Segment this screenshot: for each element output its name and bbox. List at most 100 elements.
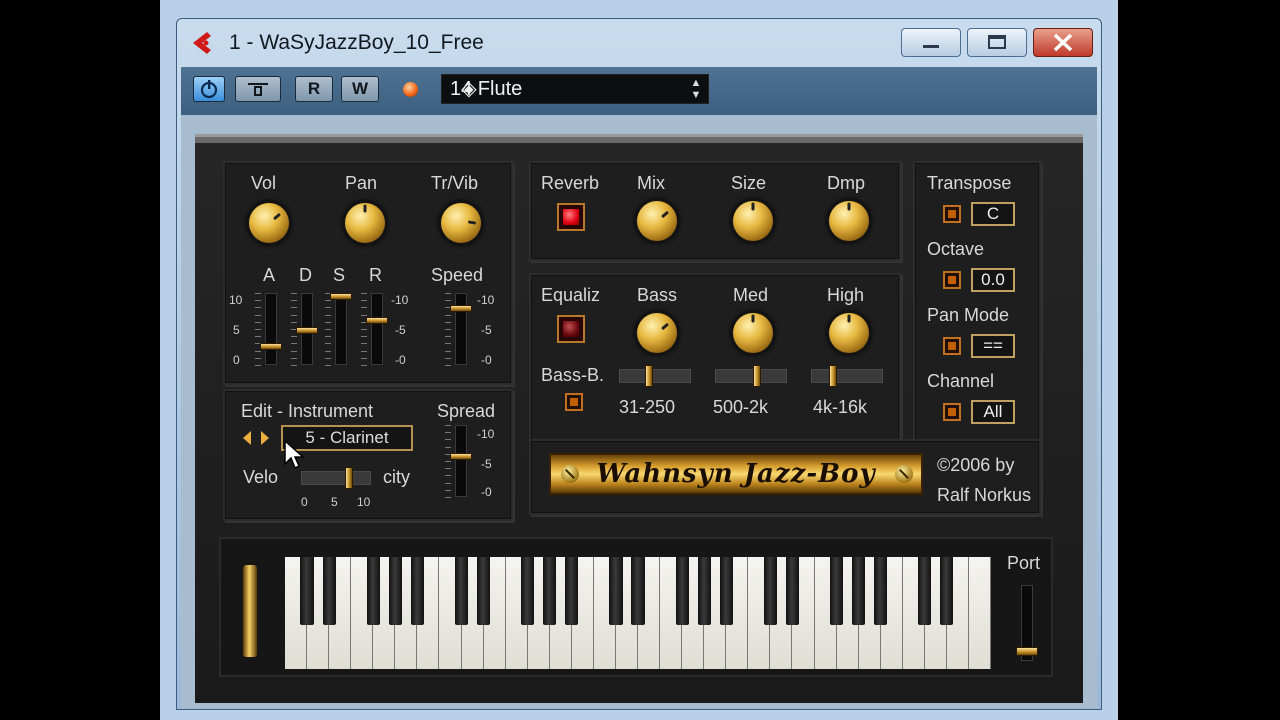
white-key[interactable] <box>968 557 991 669</box>
read-automation-button[interactable]: R <box>295 76 333 102</box>
global-settings-panel: Transpose C Octave 0.0 Pan Mode == Chann… <box>913 161 1041 445</box>
bypass-button[interactable] <box>235 76 281 102</box>
bass-label: Bass <box>637 285 678 305</box>
velo-label: Velo <box>243 467 279 487</box>
high-label: High <box>827 285 865 305</box>
octave-value[interactable]: 0.0 <box>971 268 1015 292</box>
black-key[interactable] <box>300 557 314 625</box>
pan-mode-label: Pan Mode <box>927 305 1010 325</box>
spread-slider-handle[interactable] <box>450 453 472 460</box>
maximize-icon <box>988 35 1006 49</box>
high-freq-slider-handle[interactable] <box>829 365 837 387</box>
mix-label: Mix <box>637 173 665 193</box>
black-key[interactable] <box>829 557 844 625</box>
eq-med-knob[interactable] <box>733 313 773 353</box>
port-label: Port <box>1007 553 1041 573</box>
velocity-slider-handle[interactable] <box>345 467 353 489</box>
black-key[interactable] <box>565 557 579 625</box>
close-button[interactable] <box>1033 28 1093 57</box>
equalizer-toggle[interactable] <box>557 315 585 343</box>
bass-freq-slider-track[interactable] <box>619 369 691 383</box>
black-key[interactable] <box>763 557 777 625</box>
sustain-slider-handle[interactable] <box>330 293 352 300</box>
maximize-button[interactable] <box>967 28 1027 57</box>
title-bar[interactable]: 1 - WaSyJazzBoy_10_Free <box>177 19 1101 67</box>
black-key[interactable] <box>366 557 380 625</box>
release-slider-track[interactable] <box>371 293 383 365</box>
transpose-value[interactable]: C <box>971 202 1015 226</box>
power-button[interactable] <box>193 76 225 102</box>
black-key[interactable] <box>874 557 888 625</box>
speed-slider-handle[interactable] <box>450 305 472 312</box>
mouse-cursor-icon <box>284 440 304 470</box>
black-key[interactable] <box>918 557 932 625</box>
pan-knob[interactable] <box>345 203 385 243</box>
reverb-mix-knob[interactable] <box>637 201 677 241</box>
eq-high-knob[interactable] <box>829 313 869 353</box>
plugin-toolbar: R W 14 Flute ▲ ▼ ◈ <box>181 67 1097 115</box>
reverb-toggle[interactable] <box>557 203 585 231</box>
octave-toggle[interactable] <box>943 271 961 289</box>
pan-mode-toggle[interactable] <box>943 337 961 355</box>
transpose-toggle[interactable] <box>943 205 961 223</box>
vol-label: Vol <box>251 173 277 193</box>
instrument-panel: Edit - Instrument Spread 5 - Clarinet Ve… <box>223 389 513 521</box>
black-key[interactable] <box>388 557 402 625</box>
release-label: R <box>369 265 382 285</box>
instrument-prev-next-icon[interactable] <box>241 429 271 447</box>
black-key[interactable] <box>631 557 645 625</box>
minimize-button[interactable] <box>901 28 961 57</box>
plugin-area: Vol Pan Tr/Vib A D S R Speed 10 5 0 -10 … <box>181 115 1097 709</box>
slider-scale <box>361 293 367 366</box>
bass-boost-label: Bass-B. <box>541 365 605 385</box>
black-key[interactable] <box>852 557 866 625</box>
channel-toggle[interactable] <box>943 403 961 421</box>
trvib-label: Tr/Vib <box>431 173 479 193</box>
scale-label: -10 <box>391 293 409 307</box>
black-key[interactable] <box>675 557 689 625</box>
decay-slider-handle[interactable] <box>296 327 318 334</box>
scale-label: -10 <box>477 293 495 307</box>
black-key[interactable] <box>940 557 954 625</box>
sustain-slider-track[interactable] <box>335 293 347 365</box>
piano-keyboard[interactable] <box>285 557 991 669</box>
black-key[interactable] <box>322 557 336 625</box>
bass-boost-toggle[interactable] <box>565 393 583 411</box>
black-key[interactable] <box>609 557 623 625</box>
med-freq-slider-handle[interactable] <box>753 365 761 387</box>
velocity-slider-track[interactable] <box>301 471 371 485</box>
pan-mode-value[interactable]: == <box>971 334 1015 358</box>
preset-menu-icon[interactable]: ◈ <box>456 76 482 102</box>
vol-knob[interactable] <box>249 203 289 243</box>
portamento-slider-handle[interactable] <box>1016 647 1038 656</box>
channel-label: Channel <box>927 371 995 391</box>
black-key[interactable] <box>719 557 733 625</box>
mod-wheel[interactable] <box>243 565 257 657</box>
write-automation-button[interactable]: W <box>341 76 379 102</box>
attack-slider-track[interactable] <box>265 293 277 365</box>
high-freq-slider-track[interactable] <box>811 369 883 383</box>
med-freq-slider-track[interactable] <box>715 369 787 383</box>
eq-bass-knob[interactable] <box>637 313 677 353</box>
black-key[interactable] <box>476 557 491 625</box>
black-key[interactable] <box>697 557 711 625</box>
reverb-size-knob[interactable] <box>733 201 773 241</box>
spread-slider-track[interactable] <box>455 425 467 497</box>
trvib-knob[interactable] <box>441 203 481 243</box>
pan-label: Pan <box>345 173 378 193</box>
scale-label: -10 <box>477 427 495 441</box>
speed-slider-track[interactable] <box>455 293 467 365</box>
reverb-dmp-knob[interactable] <box>829 201 869 241</box>
black-key[interactable] <box>454 557 469 625</box>
equaliz-label: Equaliz <box>541 285 601 305</box>
black-key[interactable] <box>410 557 424 625</box>
black-key[interactable] <box>521 557 535 625</box>
black-key[interactable] <box>543 557 557 625</box>
copyright-line-1: ©2006 by <box>937 455 1015 475</box>
preset-spinner[interactable]: ▲ ▼ <box>686 77 706 101</box>
black-key[interactable] <box>785 557 800 625</box>
bass-freq-slider-handle[interactable] <box>645 365 653 387</box>
release-slider-handle[interactable] <box>366 317 388 324</box>
attack-slider-handle[interactable] <box>260 343 282 350</box>
channel-value[interactable]: All <box>971 400 1015 424</box>
